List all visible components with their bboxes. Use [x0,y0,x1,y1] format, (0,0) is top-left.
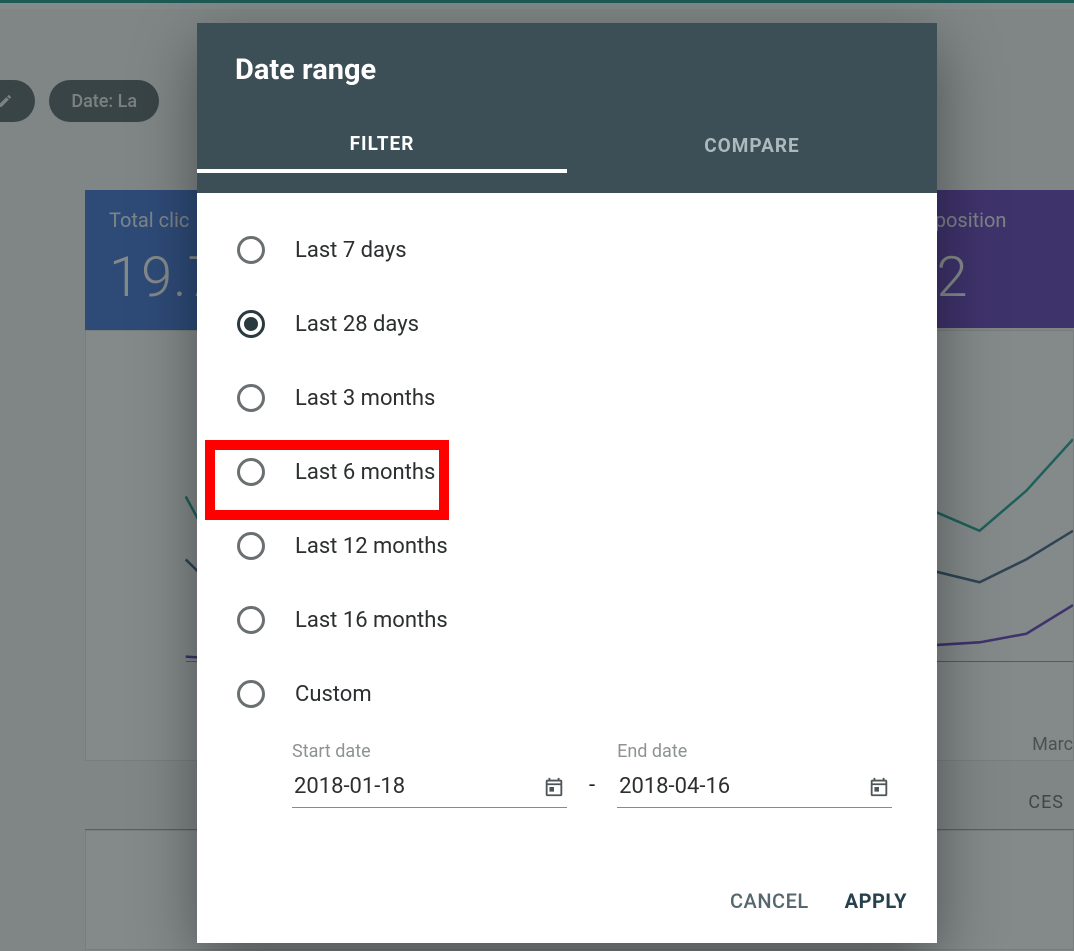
field-label: End date [617,741,892,762]
radio-label: Last 12 months [295,534,448,559]
radio-list: Last 7 days Last 28 days Last 3 months Last… [237,213,907,731]
radio-option-16m[interactable]: Last 16 months [237,583,907,657]
tab-filter[interactable]: FILTER [197,117,567,173]
radio-icon [237,680,265,708]
radio-icon [237,236,265,264]
radio-label: Last 7 days [295,238,407,263]
calendar-icon[interactable] [543,776,565,798]
radio-option-6m[interactable]: Last 6 months [237,435,907,509]
calendar-icon[interactable] [868,776,890,798]
dialog-title: Date range [197,53,937,117]
apply-button[interactable]: APPLY [845,889,907,913]
radio-icon [237,606,265,634]
date-range-dialog: Date range FILTER COMPARE Last 7 daysLas… [197,23,937,943]
radio-label: Custom [295,682,372,707]
radio-icon [237,310,265,338]
cancel-button[interactable]: CANCEL [730,889,809,913]
dialog-actions: CANCEL APPLY [197,859,937,943]
radio-icon [237,458,265,486]
radio-icon [237,384,265,412]
radio-option-custom[interactable]: Custom [237,657,907,731]
date-range-separator: - [585,773,599,808]
radio-label: Last 28 days [295,312,419,337]
radio-icon [237,532,265,560]
field-label: Start date [292,741,567,762]
radio-label: Last 3 months [295,386,435,411]
radio-option-7d[interactable]: Last 7 days [237,213,907,287]
radio-label: Last 16 months [295,608,448,633]
radio-option-3m[interactable]: Last 3 months [237,361,907,435]
tab-compare[interactable]: COMPARE [567,117,937,173]
dialog-tabs: FILTER COMPARE [197,117,937,173]
end-date-value[interactable]: 2018-04-16 [619,774,868,799]
dialog-body: Last 7 days Last 28 days Last 3 months Last… [197,193,937,859]
radio-label: Last 6 months [295,460,435,485]
radio-option-12m[interactable]: Last 12 months [237,509,907,583]
radio-option-28d[interactable]: Last 28 days [237,287,907,361]
start-date-value[interactable]: 2018-01-18 [294,774,543,799]
dialog-header: Date range FILTER COMPARE [197,23,937,193]
end-date-field[interactable]: End date 2018-04-16 [617,741,892,808]
custom-date-row: Start date 2018-01-18 - End date 2018-04… [237,741,907,808]
start-date-field[interactable]: Start date 2018-01-18 [292,741,567,808]
